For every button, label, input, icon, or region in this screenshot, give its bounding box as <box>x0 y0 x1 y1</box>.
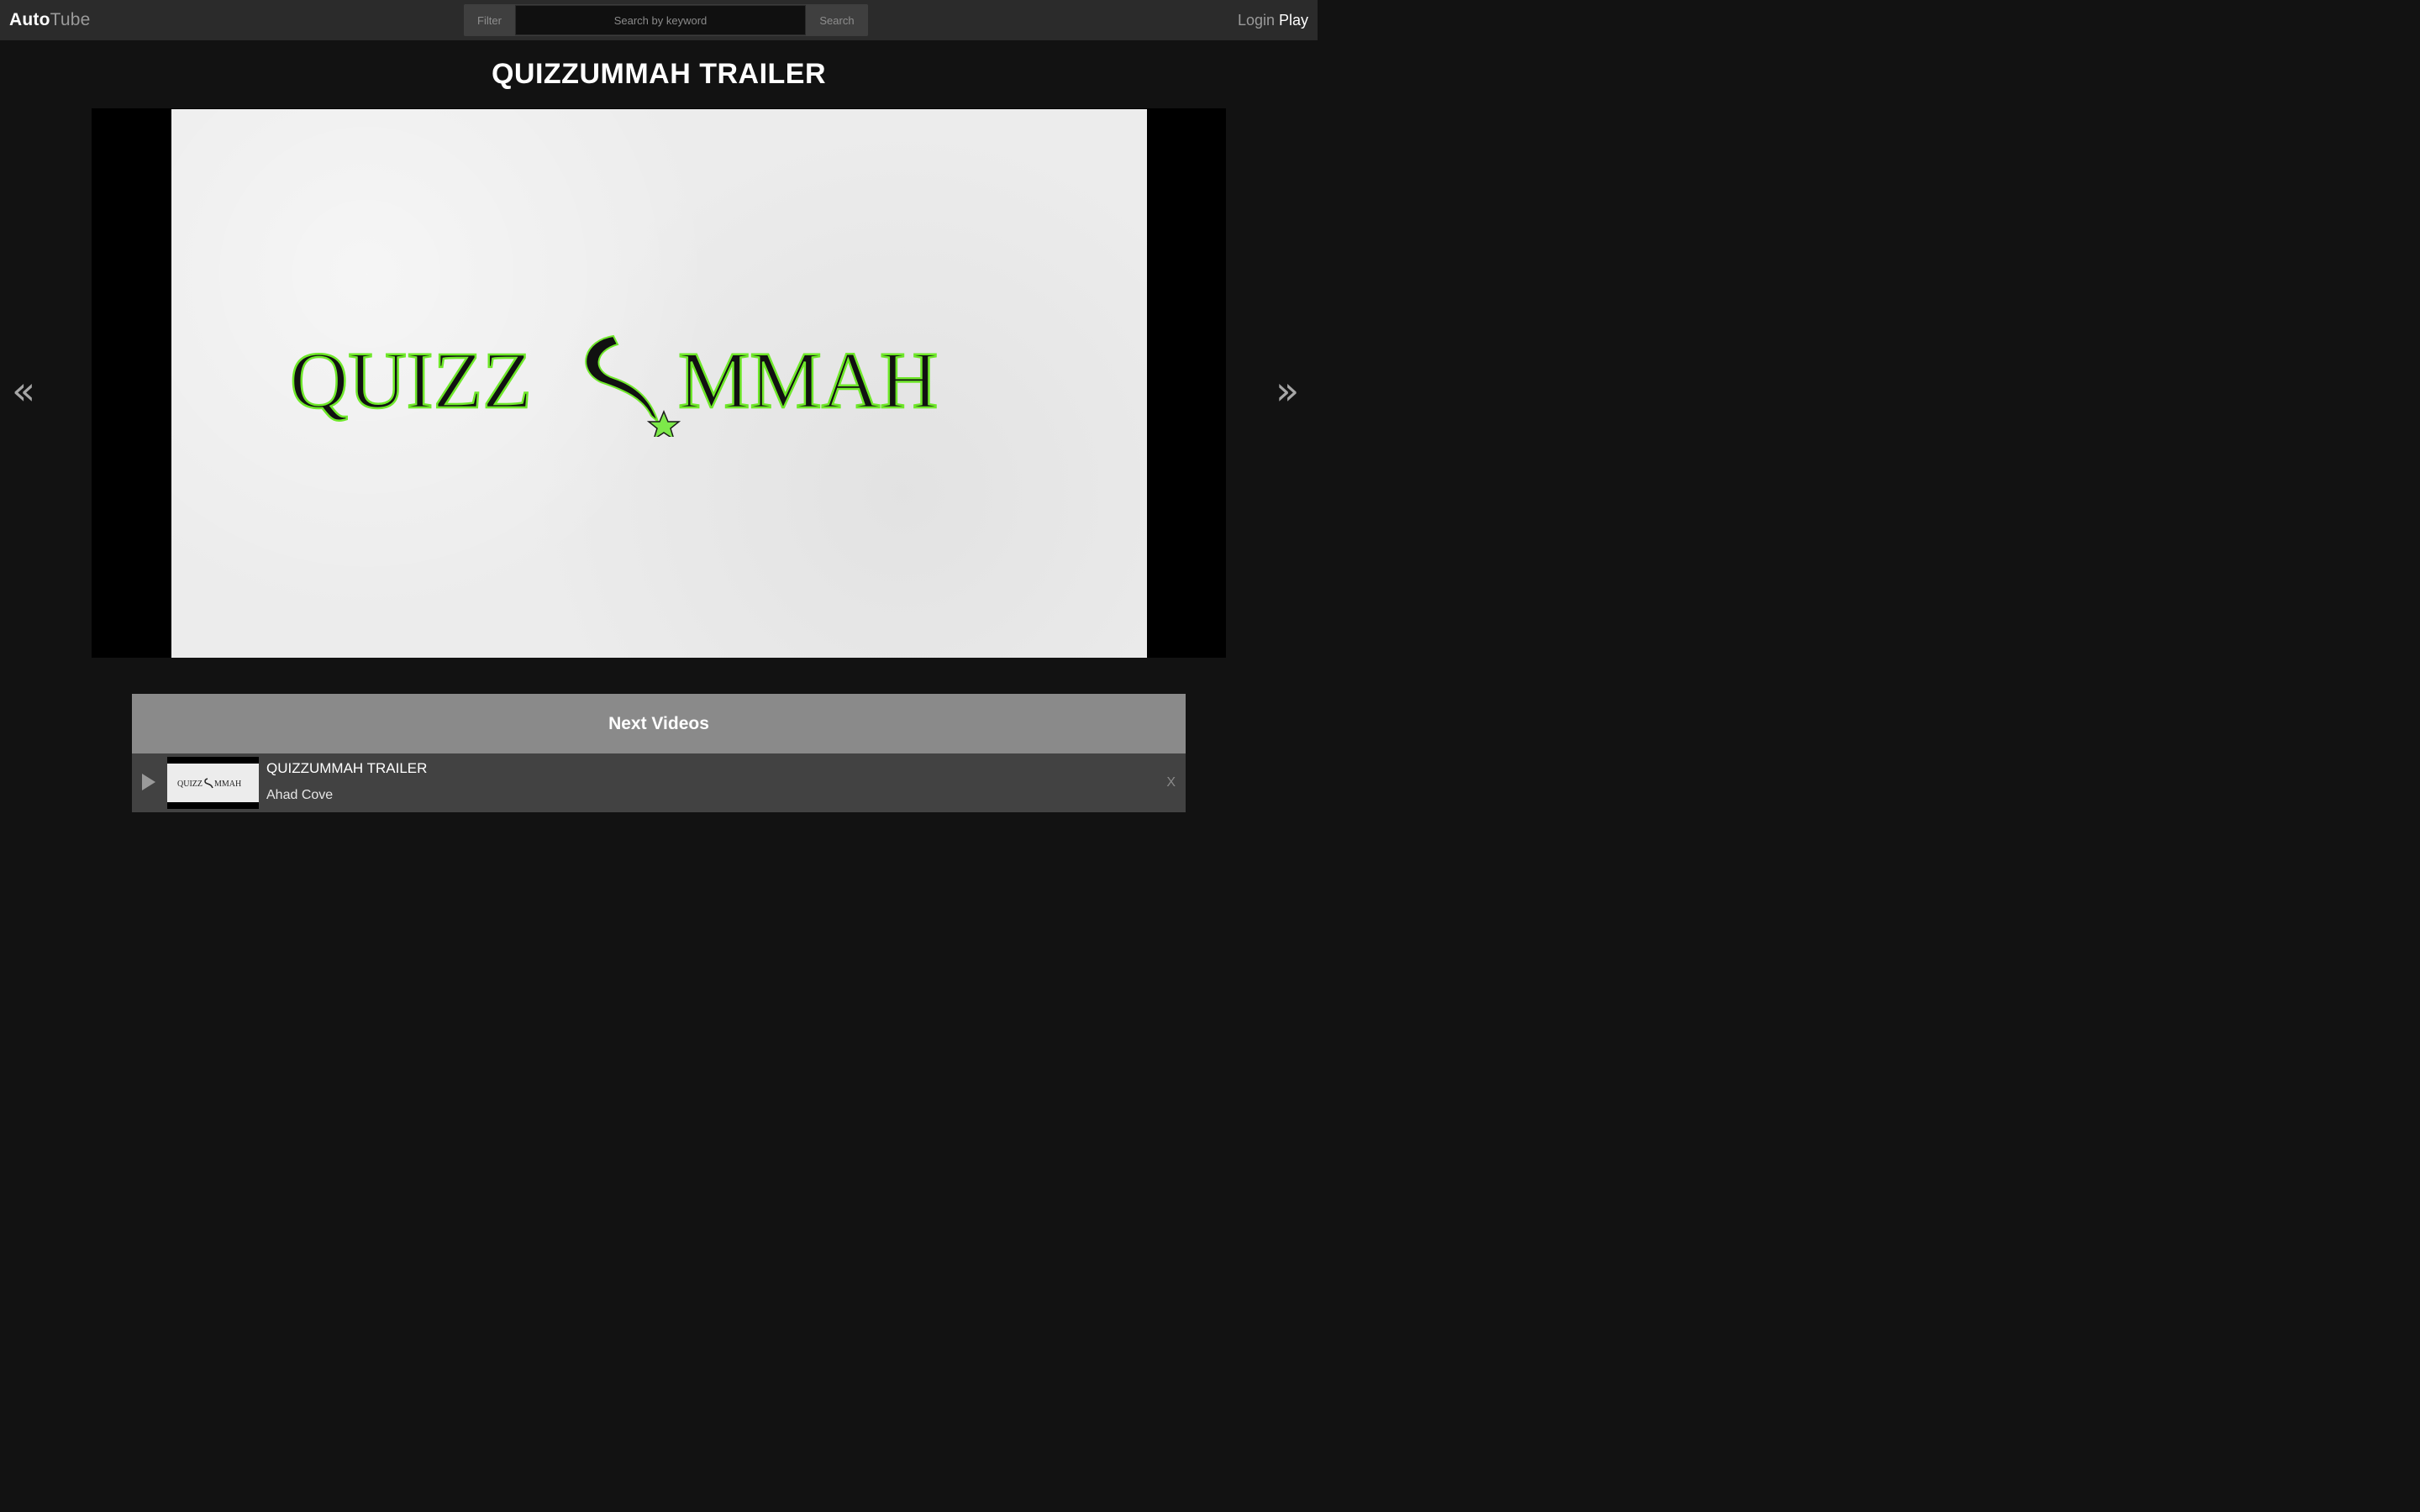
next-video-item[interactable]: QUIZZ MMAH QUIZZUMMAH TRAILER Ahad Cove … <box>132 753 1186 812</box>
video-frame[interactable]: QUIZZ MMAH <box>171 109 1147 658</box>
search-input[interactable] <box>515 5 806 35</box>
thumb-logo-left: QUIZZ <box>177 780 203 789</box>
quizzummah-logo: QUIZZ MMAH <box>171 319 1147 441</box>
logo-hook-glyph <box>584 334 660 425</box>
thumb-logo-right: MMAH <box>214 780 241 789</box>
video-thumbnail[interactable]: QUIZZ MMAH <box>167 757 259 809</box>
logo-primary-text: Auto <box>9 10 50 29</box>
logo-text-right: MMAH <box>678 335 938 425</box>
next-videos-heading: Next Videos <box>132 694 1186 753</box>
filter-button[interactable]: Filter <box>464 4 515 36</box>
thumb-hook-glyph <box>203 778 213 789</box>
top-bar: AutoTube Filter Search LoginPlay <box>0 0 1318 40</box>
account-links: Login Play <box>1238 9 1308 31</box>
quizzummah-logo-graphic: QUIZZ MMAH <box>288 334 939 441</box>
search-button[interactable]: Search <box>806 4 868 36</box>
thumbnail-frame: QUIZZ MMAH <box>167 764 259 802</box>
next-videos-panel: Next Videos QUIZZ MMAH QUIZZUMMAH TRAILE… <box>132 694 1186 812</box>
next-video-title[interactable]: QUIZZUMMAH TRAILER <box>266 759 427 778</box>
next-video-arrow[interactable]: » <box>1276 370 1299 412</box>
search-bar: Filter Search <box>464 4 868 36</box>
login-link[interactable]: Login <box>1238 12 1275 29</box>
video-player[interactable]: QUIZZ MMAH <box>92 108 1226 658</box>
play-link[interactable]: Play <box>1279 12 1308 29</box>
thumbnail-logo: QUIZZ MMAH <box>177 778 241 789</box>
play-icon[interactable] <box>142 774 155 790</box>
autotube-logo[interactable]: AutoTube <box>9 8 91 32</box>
logo-text-left: QUIZZ <box>290 335 532 425</box>
previous-video-arrow[interactable]: « <box>12 370 35 412</box>
remove-video-button[interactable]: X <box>1166 775 1176 790</box>
logo-secondary-text: Tube <box>50 10 91 29</box>
next-video-author: Ahad Cove <box>266 788 334 802</box>
page-title: QUIZZUMMAH TRAILER <box>491 58 827 90</box>
